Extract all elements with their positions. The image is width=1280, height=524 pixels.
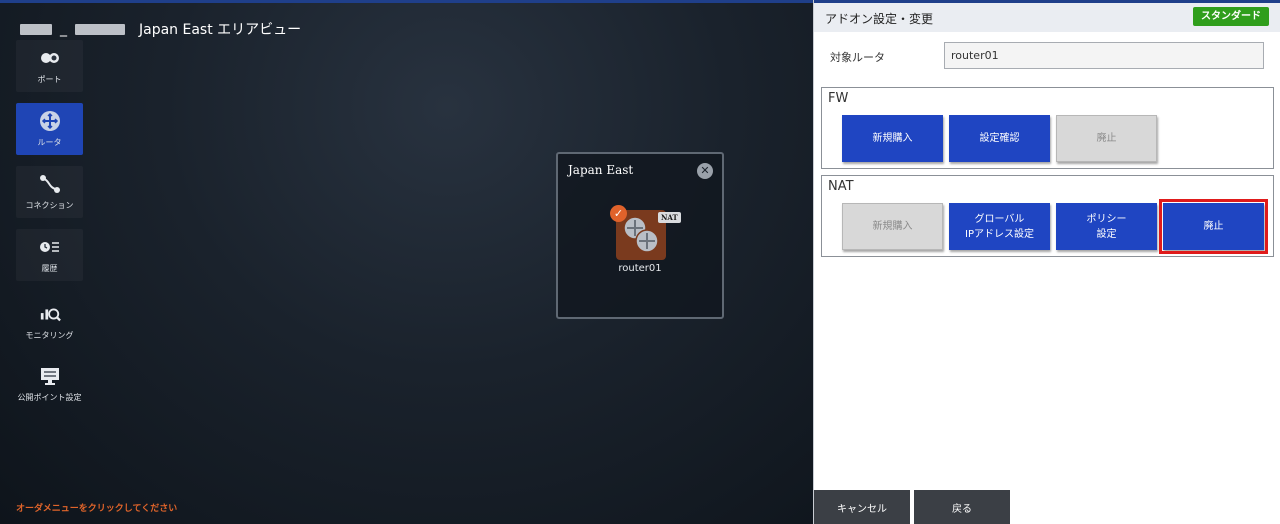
close-icon[interactable]: ✕ — [697, 163, 713, 179]
panel-title: アドオン設定・変更 — [825, 12, 934, 26]
target-router-label: 対象ルータ — [830, 51, 885, 64]
sidebar-item-label: 公開ポイント設定 — [17, 393, 82, 402]
order-menu-hint: オーダメニューをクリックしてください — [16, 504, 178, 514]
area-title: _ Japan East エリアビュー — [20, 19, 301, 39]
sidebar-item-history[interactable]: 履歴 — [16, 229, 83, 281]
sidebar-item-monitoring[interactable]: モニタリング — [16, 296, 83, 348]
nat-purchase-button[interactable]: 新規購入 — [842, 203, 943, 250]
section-title: NAT — [828, 179, 854, 194]
fw-abolish-button[interactable]: 廃止 — [1056, 115, 1157, 162]
section-title: FW — [828, 91, 849, 106]
sidebar-item-label: 履歴 — [41, 264, 58, 273]
cancel-button[interactable]: キャンセル — [814, 490, 910, 524]
nat-tag: NAT — [658, 212, 681, 223]
history-icon — [39, 236, 61, 258]
fw-settings-check-button[interactable]: 設定確認 — [949, 115, 1050, 162]
fw-purchase-button[interactable]: 新規購入 — [842, 115, 943, 162]
nat-global-ip-button[interactable]: グローバル IPアドレス設定 — [949, 203, 1050, 250]
sidebar-item-label: ポート — [37, 75, 62, 84]
nat-section: NAT 新規購入 グローバル IPアドレス設定 ポリシー 設定 廃止 — [821, 175, 1274, 257]
redacted-text — [20, 23, 52, 35]
region-card-japan-east: Japan East ✕ ✓ NAT router01 — [556, 152, 724, 319]
sidebar-item-label: コネクション — [25, 201, 74, 210]
nat-abolish-button[interactable]: 廃止 — [1159, 199, 1268, 254]
connection-icon — [39, 173, 61, 195]
area-view-canvas: _ Japan East エリアビュー ポート ルータ コネクション 履歴 モニ… — [0, 3, 813, 524]
monitoring-icon — [39, 303, 61, 325]
sidebar-item-port[interactable]: ポート — [16, 40, 83, 92]
sidebar-item-label: モニタリング — [25, 331, 74, 340]
panel-header: アドオン設定・変更 スタンダード — [814, 0, 1280, 32]
target-router-field[interactable] — [944, 42, 1264, 69]
sidebar-item-router[interactable]: ルータ — [16, 103, 83, 155]
router-name: router01 — [618, 263, 662, 274]
addon-settings-panel: アドオン設定・変更 スタンダード 対象ルータ FW 新規購入 設定確認 廃止 N… — [813, 0, 1280, 524]
area-title-separator: _ — [60, 21, 67, 37]
fw-section: FW 新規購入 設定確認 廃止 — [821, 87, 1274, 169]
region-title: Japan East — [568, 163, 634, 177]
check-icon: ✓ — [610, 205, 627, 222]
sidebar-item-connection[interactable]: コネクション — [16, 166, 83, 218]
router-icon — [39, 110, 61, 132]
sidebar-item-public-point[interactable]: 公開ポイント設定 — [16, 358, 83, 410]
port-icon — [39, 47, 61, 69]
public-point-icon — [39, 365, 61, 387]
area-title-text: Japan East エリアビュー — [139, 22, 302, 38]
plan-badge: スタンダード — [1193, 7, 1269, 26]
back-button[interactable]: 戻る — [914, 490, 1010, 524]
nat-policy-button[interactable]: ポリシー 設定 — [1056, 203, 1157, 250]
redacted-text — [75, 23, 125, 35]
sidebar-item-label: ルータ — [37, 138, 62, 147]
